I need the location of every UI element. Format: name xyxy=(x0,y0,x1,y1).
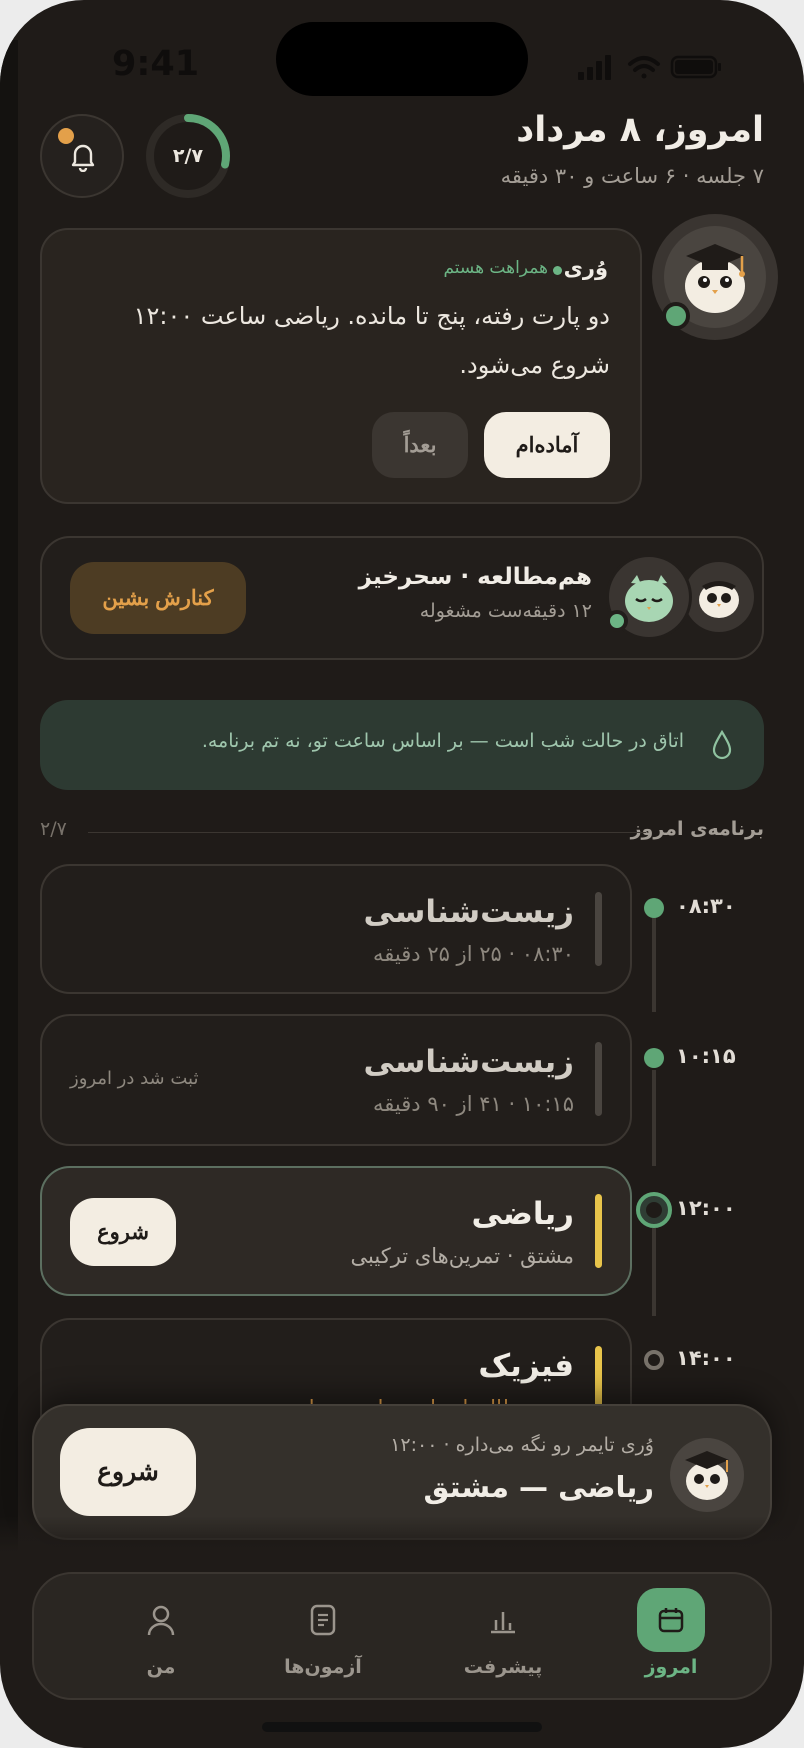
battery-icon xyxy=(670,55,721,79)
status-dot xyxy=(553,266,562,275)
later-button[interactable]: بعداً xyxy=(372,412,468,478)
assistant-status: همراهت هستم xyxy=(443,258,548,278)
subject-bar xyxy=(595,1042,602,1116)
timeline-time: ۰۸:۳۰ xyxy=(676,894,736,918)
progress-ring-label: ۲/۷ xyxy=(172,145,204,167)
ready-button[interactable]: آماده‌ام xyxy=(484,412,610,478)
assistant-mini-avatar xyxy=(670,1438,744,1512)
item-subtitle: ۰۸:۳۰ · ۲۵ از ۲۵ دقیقه xyxy=(373,942,574,966)
tab-exams[interactable]: آزمون‌ها xyxy=(248,1588,398,1688)
dynamic-island xyxy=(276,22,528,96)
timeline-dot-done xyxy=(644,1048,664,1068)
user-avatar xyxy=(684,562,754,632)
item-title: فیزیک xyxy=(478,1348,574,1384)
tab-label: من xyxy=(146,1656,176,1678)
tab-me[interactable]: من xyxy=(86,1588,236,1688)
sit-beside-button[interactable]: کنارش بشین xyxy=(70,562,246,634)
status-icons xyxy=(578,55,721,80)
schedule-item[interactable]: زیست‌شناسی ۱۰:۱۵ · ۴۱ از ۹۰ دقیقه ثبت شد… xyxy=(40,1014,632,1146)
timeline-time: ۱۲:۰۰ xyxy=(676,1196,736,1220)
phone-screen: 9:41 امروز، ۸ مرداد ۷ جلسه · ۶ ساعت و ۳۰… xyxy=(0,0,804,1748)
subject-bar xyxy=(595,892,602,966)
chart-icon xyxy=(491,1612,515,1634)
tab-label: پیشرفت xyxy=(463,1656,543,1678)
timeline-dot-upcoming xyxy=(644,1350,664,1370)
assistant-message: دو پارت رفته، پنج تا مانده. ریاضی ساعت ۱… xyxy=(133,302,610,379)
section-divider xyxy=(88,832,646,833)
drop-icon xyxy=(712,730,732,760)
item-subtitle: مشتق · تمرین‌های ترکیبی xyxy=(350,1244,574,1268)
signal-icon xyxy=(578,55,611,80)
item-note: ثبت شد در امروز xyxy=(70,1068,199,1089)
wifi-icon xyxy=(628,56,660,79)
timeline-dot-current xyxy=(636,1192,672,1228)
owl-face-icon xyxy=(699,581,739,618)
timeline-dot-done xyxy=(644,898,664,918)
item-title: ریاضی xyxy=(471,1196,574,1232)
online-status-dot xyxy=(662,302,690,330)
partner-online-dot xyxy=(606,610,628,632)
tab-bar: امروز پیشرفت آزم xyxy=(32,1572,772,1700)
tab-label: امروز xyxy=(644,1656,698,1678)
costudy-title: هم‌مطالعه · سحرخیز xyxy=(358,564,592,590)
notification-dot xyxy=(58,128,74,144)
item-subtitle: ۱۰:۱۵ · ۴۱ از ۹۰ دقیقه xyxy=(373,1092,574,1116)
tab-icon-bg xyxy=(289,1588,357,1652)
timeline-line xyxy=(652,1070,656,1166)
schedule-item[interactable]: زیست‌شناسی ۰۸:۳۰ · ۲۵ از ۲۵ دقیقه xyxy=(40,864,632,994)
tab-icon-bg xyxy=(637,1588,705,1652)
timeline-time: ۱۰:۱۵ xyxy=(676,1044,736,1068)
owl-mascot-icon xyxy=(685,1451,729,1500)
assistant-name: وُری xyxy=(563,256,608,280)
person-icon xyxy=(147,1605,175,1636)
now-title: ریاضی — مشتق xyxy=(423,1470,654,1504)
tab-icon-bg xyxy=(469,1588,537,1652)
page-subtitle: ۷ جلسه · ۶ ساعت و ۳۰ دقیقه xyxy=(500,164,764,188)
item-title: زیست‌شناسی xyxy=(363,894,574,930)
costudy-subtitle: ۱۲ دقیقه‌ست مشغوله xyxy=(419,600,592,622)
tab-label: آزمون‌ها xyxy=(284,1656,362,1678)
device-edge xyxy=(0,40,18,1600)
page-title: امروز، ۸ مرداد xyxy=(516,110,764,150)
tab-progress[interactable]: پیشرفت xyxy=(428,1588,578,1688)
tab-today[interactable]: امروز xyxy=(596,1588,746,1688)
subject-bar xyxy=(595,1194,602,1268)
document-icon xyxy=(310,1604,336,1636)
now-subtitle: وُری تایمر رو نگه می‌داره · ۱۲:۰۰ xyxy=(390,1434,654,1456)
start-session-button[interactable]: شروع xyxy=(60,1428,196,1516)
timeline-line xyxy=(652,1228,656,1316)
item-start-button[interactable]: شروع xyxy=(70,1198,176,1266)
tab-icon-bg xyxy=(127,1588,195,1652)
item-title: زیست‌شناسی xyxy=(363,1044,574,1080)
schedule-count: ۲/۷ xyxy=(40,818,67,840)
schedule-title: برنامه‌ی امروز xyxy=(630,818,764,840)
timeline-time: ۱۴:۰۰ xyxy=(676,1346,736,1370)
home-indicator xyxy=(262,1722,542,1732)
schedule-item-current[interactable]: ریاضی مشتق · تمرین‌های ترکیبی شروع xyxy=(40,1166,632,1296)
night-mode-text: اتاق در حالت شب است — بر اساس ساعت تو، ن… xyxy=(201,730,684,752)
costudy-card: هم‌مطالعه · سحرخیز ۱۲ دقیقه‌ست مشغوله کن… xyxy=(40,536,764,660)
bell-icon xyxy=(71,144,95,172)
assistant-message-card: وُری همراهت هستم دو پارت رفته، پنج تا ما… xyxy=(40,228,642,504)
timeline-line xyxy=(652,918,656,1012)
notifications-button[interactable] xyxy=(40,114,124,198)
calendar-icon xyxy=(658,1608,684,1633)
status-time: 9:41 xyxy=(112,44,200,84)
night-mode-banner: اتاق در حالت شب است — بر اساس ساعت تو، ن… xyxy=(40,700,764,790)
